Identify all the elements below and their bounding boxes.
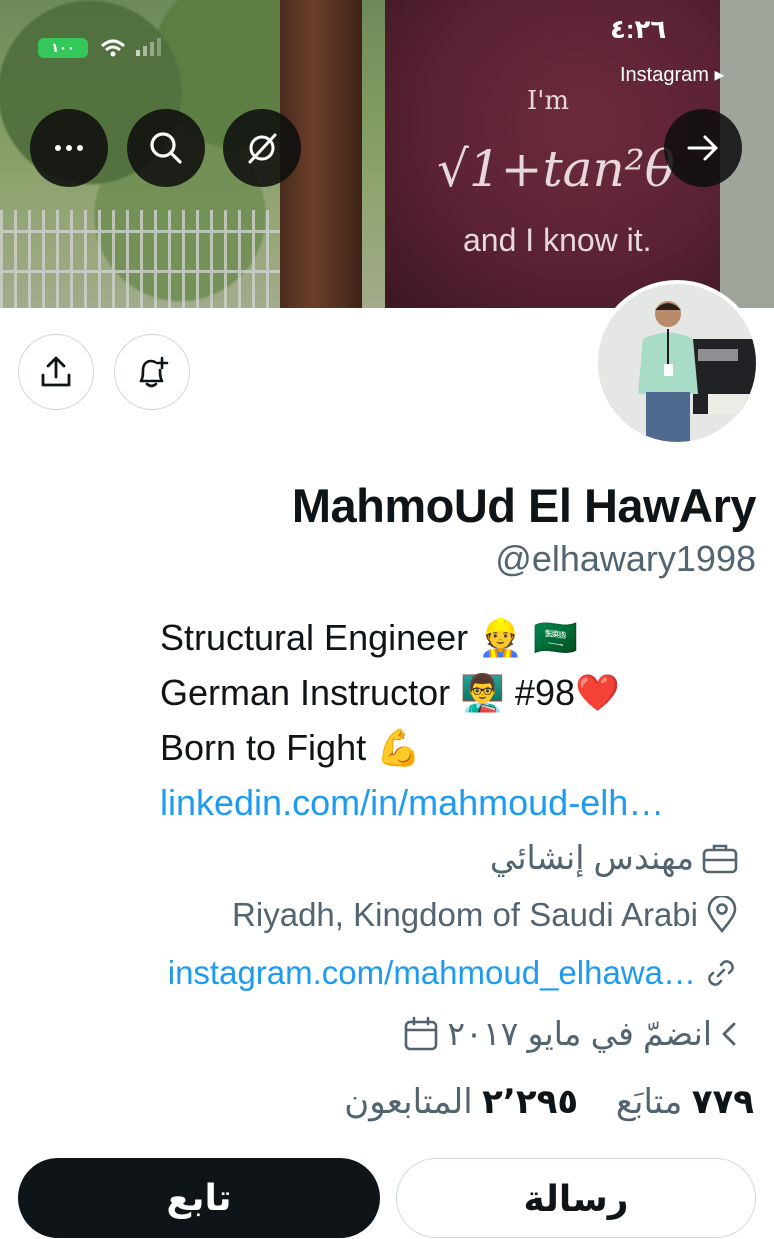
link-icon (708, 960, 734, 986)
notifications-button[interactable] (114, 334, 190, 410)
joined-text: انضمّ في مايو ٢٠١٧ (447, 1015, 712, 1052)
profession-text: مهندس إنشائي (489, 839, 694, 876)
arrow-right-icon (687, 135, 718, 161)
following-link[interactable]: ٧٧٩ متابَع (616, 1083, 754, 1121)
profession-row: مهندس إنشائي (490, 838, 738, 877)
location-text: Riyadh, Kingdom of Saudi Arabi (232, 896, 698, 933)
hoodie-text-line3: and I know it. (463, 222, 652, 258)
followers-label: المتابعون (344, 1083, 473, 1121)
share-icon (41, 356, 71, 387)
avatar-photo (598, 284, 756, 442)
hoodie-text-line1: I'm (527, 86, 570, 116)
bell-plus-icon (139, 356, 169, 388)
bio-link[interactable]: linkedin.com/in/mahmoud-elh… (160, 775, 760, 830)
profile-handle: @elhawary1998 (495, 538, 756, 579)
forward-button[interactable] (664, 109, 742, 187)
grok-icon (248, 133, 277, 164)
profile-name: MahmoUd El HawAry (291, 479, 757, 532)
briefcase-icon (702, 844, 738, 873)
profile-bio: Structural Engineer 👷 🇸🇦 German Instruct… (160, 610, 760, 830)
bio-line: German Instructor 👨‍🏫 #98❤️ (160, 672, 620, 713)
battery-indicator: ١٠٠ (38, 38, 88, 58)
hoodie-formula: √1+tan²θ (437, 140, 675, 198)
bio-line: Born to Fight 💪 (160, 727, 421, 768)
status-time: ٤:٢٦ (610, 14, 667, 44)
signal-icons (100, 36, 170, 64)
more-button[interactable] (30, 109, 108, 187)
bio-line: Structural Engineer 👷 🇸🇦 (160, 617, 578, 658)
joined-row[interactable]: انضمّ في مايو ٢٠١٧ (403, 1014, 738, 1053)
location-pin-icon (707, 896, 737, 934)
website-link[interactable]: instagram.com/mahmoud_elhawa… (168, 954, 696, 992)
follow-button[interactable]: تابع (18, 1158, 380, 1238)
calendar-icon (405, 1016, 438, 1050)
followers-link[interactable]: ٢٬٢٩٥ المتابعون (344, 1083, 578, 1121)
search-icon (150, 132, 182, 164)
message-button[interactable]: رسالة (396, 1158, 756, 1238)
search-button[interactable] (127, 109, 205, 187)
back-to-app-link[interactable]: Instagram ▸ (620, 62, 725, 87)
location-row: Riyadh, Kingdom of Saudi Arabi (232, 896, 738, 934)
follow-stats: ٧٧٩ متابَع ٢٬٢٩٥ المتابعون (344, 1082, 754, 1122)
share-profile-button[interactable] (18, 334, 94, 410)
website-row[interactable]: instagram.com/mahmoud_elhawa… (168, 954, 738, 992)
banner-fence (0, 210, 300, 308)
profile-avatar[interactable] (594, 280, 760, 446)
more-icon (55, 145, 83, 151)
following-label: متابَع (615, 1083, 683, 1121)
following-count: ٧٧٩ (691, 1083, 754, 1121)
followers-count: ٢٬٢٩٥ (482, 1083, 579, 1121)
chevron-left-icon (722, 1022, 736, 1045)
grok-button[interactable] (223, 109, 301, 187)
